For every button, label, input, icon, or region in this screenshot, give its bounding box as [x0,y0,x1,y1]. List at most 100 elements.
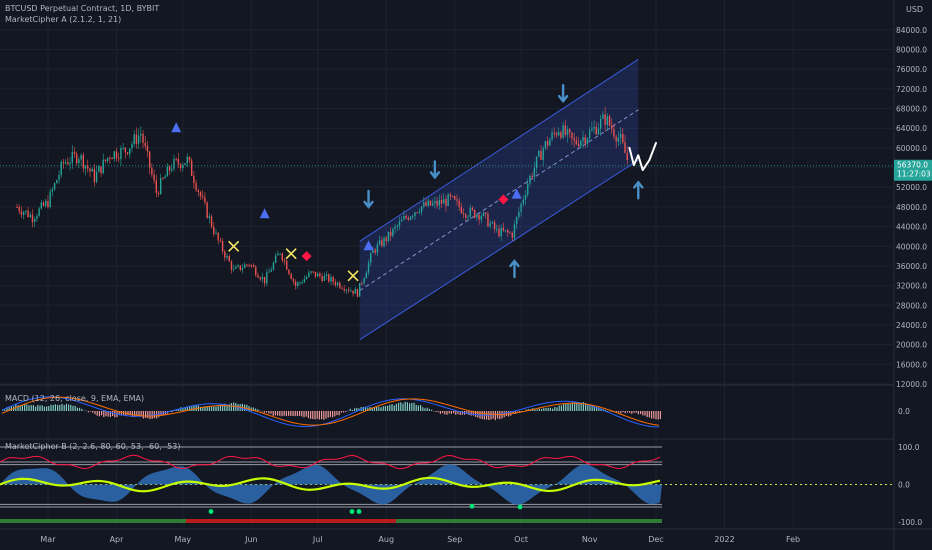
macd-bar [312,411,314,419]
macd-bar [28,405,30,411]
candle-body [193,175,195,184]
candle-body [109,157,111,159]
macd-bar [147,411,149,419]
macd-bar [329,411,331,417]
macd-bar [556,407,558,411]
candle-body [604,114,606,125]
candle-body [412,216,414,218]
macd-bar [554,406,556,411]
candle-body [303,278,306,283]
macd-bar [215,406,217,411]
candle-body [549,139,551,146]
candle-body [513,224,516,238]
candle-body [113,151,115,159]
macd-bar [24,403,26,411]
candle-body [184,163,186,166]
macd-bar [642,411,644,416]
candle-body [367,262,370,273]
candle-body [160,178,162,195]
candle-body [478,214,480,220]
price-axis-tick: 40000.0 [896,242,927,251]
candle-body [489,223,491,227]
macd-bar [98,411,100,417]
macd-bar [382,406,384,411]
macd-bar [622,411,624,413]
candle-body [571,132,573,139]
candle-body [447,194,449,206]
candle-body [135,134,138,144]
mcb-legend: MarketCipher B (2, 2.6, 80, 60, 53, -60,… [5,441,180,452]
candle-body [462,213,465,215]
macd-bar [376,406,378,411]
candle-body [443,199,445,204]
candle-body [215,232,217,234]
price-axis-tick: 76000.0 [896,65,927,74]
candle-body [261,276,264,280]
candle-body [319,273,321,277]
macd-bar [347,410,349,412]
candle-body [80,155,82,160]
candle-body [562,125,564,138]
candle-body [137,135,140,144]
candle-body [434,201,436,204]
macd-bar [380,407,382,411]
candle-body [613,129,615,137]
macd-bar [494,411,496,421]
candle-body [292,279,295,282]
macd-bar [305,411,307,417]
candle-body [496,228,498,230]
macd-bar [30,405,32,411]
indicator-a-label[interactable]: MarketCipher A (2.1.2, 1, 21) [5,14,159,25]
macd-legend: MACD (12, 26, close, 9, EMA, EMA) [5,393,144,404]
mcb-label[interactable]: MarketCipher B (2, 2.6, 80, 60, 53, -60,… [5,441,180,452]
macd-bar [345,411,347,413]
candle-body [347,289,350,291]
tradingview-chart[interactable]: 84000.0 80000.0 76000.0 72000.0 68000.0 64000… [0,0,932,550]
candle-body [617,137,620,142]
macd-bar [446,411,448,415]
price-axis-tick: 12000.0 [896,380,927,389]
mcb-trend-bar-bear [186,519,396,523]
time-axis-tick: Dec [648,535,663,544]
candle-body [535,156,538,168]
candle-body [394,226,396,229]
macd-bar [193,405,195,411]
macd-bar [560,405,562,411]
macd-bar [277,411,279,416]
candle-body [533,167,536,177]
chart-legend: BTCUSD Perpetual Contract, 1D, BYBIT Mar… [5,3,159,25]
candle-body [588,130,591,139]
macd-bar [448,411,450,414]
macd-bar [325,411,327,419]
macd-bar [310,411,312,419]
macd-bar [213,406,215,411]
candle-body [228,255,230,262]
macd-bar [406,402,408,411]
macd-bar [631,411,633,414]
candle-body [133,134,135,144]
candle-body [45,200,47,206]
candle-body [336,282,339,286]
candle-body [345,289,348,291]
macd-bar [268,411,270,414]
candle-body [301,282,303,284]
candle-body [529,175,531,184]
candle-body [555,133,558,136]
candle-body [171,168,173,171]
candle-body [582,137,584,142]
candle-body [599,118,602,129]
candle-body [248,264,250,266]
candle-body [51,189,54,192]
macd-label[interactable]: MACD (12, 26, close, 9, EMA, EMA) [5,393,144,404]
candle-body [197,190,199,193]
candle-body [102,159,104,174]
candle-body [244,264,246,268]
symbol-title[interactable]: BTCUSD Perpetual Contract, 1D, BYBIT [5,3,159,14]
price-axis-tick: 60000.0 [896,144,927,153]
macd-bar [92,411,94,413]
macd-bar [589,405,591,411]
macd-bar [57,404,59,411]
candle-body [237,265,239,267]
candle-body [502,227,505,231]
candle-body [49,191,51,208]
